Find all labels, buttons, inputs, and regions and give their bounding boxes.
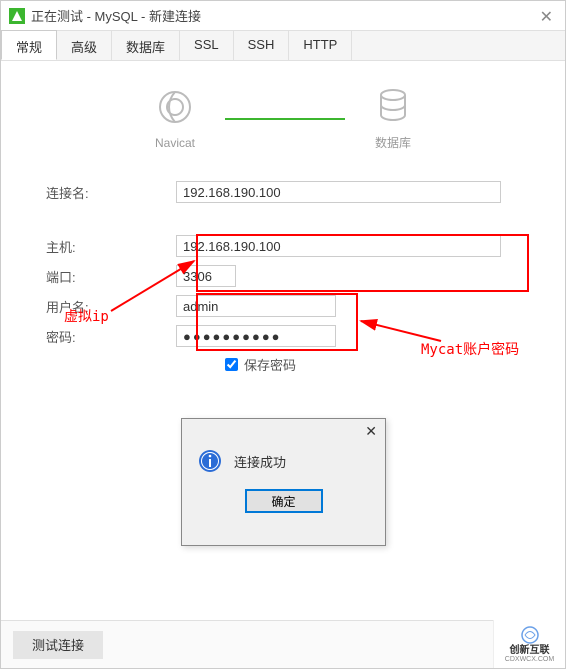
titlebar: 正在测试 - MySQL - 新建连接 ✕ xyxy=(1,1,565,31)
close-icon[interactable]: ✕ xyxy=(540,7,553,27)
connection-name-input[interactable] xyxy=(176,181,501,203)
label-connection-name: 连接名: xyxy=(21,183,176,202)
watermark-logo-icon xyxy=(521,626,539,644)
row-port: 端口: xyxy=(21,265,545,287)
database-icon xyxy=(375,87,411,123)
port-input[interactable] xyxy=(176,265,236,287)
row-username: 用户名: xyxy=(21,295,545,317)
window-title: 正在测试 - MySQL - 新建连接 xyxy=(31,6,201,25)
label-username: 用户名: xyxy=(21,297,176,316)
diagram-line xyxy=(225,118,345,120)
row-connection-name: 连接名: xyxy=(21,181,545,203)
bottom-bar: 测试连接 确定 取消 xyxy=(1,620,565,668)
row-save-password: 保存密码 xyxy=(221,355,545,374)
tab-bar: 常规 高级 数据库 SSL SSH HTTP xyxy=(1,31,565,61)
username-input[interactable] xyxy=(176,295,336,317)
row-host: 主机: xyxy=(21,235,545,257)
tab-http[interactable]: HTTP xyxy=(289,31,352,60)
dialog-ok-button[interactable]: 确定 xyxy=(245,489,323,513)
message-dialog: ✕ 连接成功 确定 xyxy=(181,418,386,546)
row-password: 密码: xyxy=(21,325,545,347)
tab-ssl[interactable]: SSL xyxy=(180,31,234,60)
save-password-checkbox[interactable] xyxy=(225,358,238,371)
content-area: Navicat 数据库 连接名: 主机: 端口: xyxy=(1,61,565,620)
diagram-right-label: 数据库 xyxy=(375,134,411,151)
tab-database[interactable]: 数据库 xyxy=(112,31,180,60)
label-host: 主机: xyxy=(21,237,176,256)
annotation-arrow-host xyxy=(81,251,221,331)
info-icon xyxy=(198,449,222,473)
label-password: 密码: xyxy=(21,327,176,346)
watermark-line2: CDXWCX.COM xyxy=(505,656,554,663)
watermark-line1: 创新互联 xyxy=(510,646,550,656)
connection-diagram: Navicat 数据库 xyxy=(21,87,545,151)
tab-advanced[interactable]: 高级 xyxy=(57,31,112,60)
navicat-icon xyxy=(157,89,193,125)
connection-dialog: 正在测试 - MySQL - 新建连接 ✕ 常规 高级 数据库 SSL SSH … xyxy=(0,0,566,669)
test-connection-button[interactable]: 测试连接 xyxy=(13,631,103,659)
label-save-password: 保存密码 xyxy=(244,355,296,374)
dialog-text: 连接成功 xyxy=(234,452,286,471)
tab-ssh[interactable]: SSH xyxy=(234,31,290,60)
watermark: 创新互联 CDXWCX.COM xyxy=(493,620,565,668)
label-port: 端口: xyxy=(21,267,176,286)
app-icon xyxy=(9,8,25,24)
tab-general[interactable]: 常规 xyxy=(1,30,57,60)
host-input[interactable] xyxy=(176,235,501,257)
password-input[interactable] xyxy=(176,325,336,347)
diagram-left-label: Navicat xyxy=(155,136,195,150)
dialog-close-icon[interactable]: ✕ xyxy=(365,423,377,440)
